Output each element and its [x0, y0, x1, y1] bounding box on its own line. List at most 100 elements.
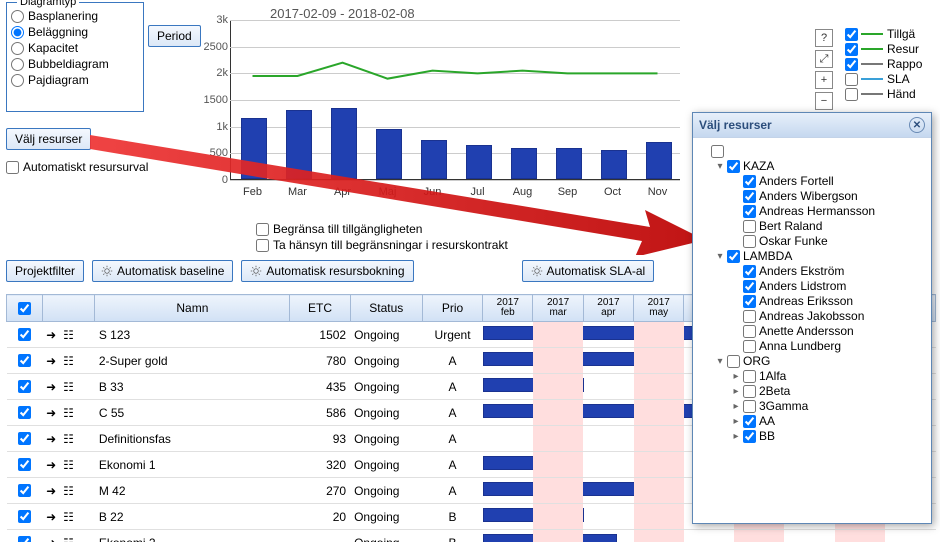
tree-checkbox[interactable]: [743, 325, 756, 338]
tree-node[interactable]: Anders Lidstrom: [699, 279, 925, 293]
col-namn[interactable]: Namn: [95, 295, 290, 322]
diagramtype-option[interactable]: Pajdiagram: [11, 73, 139, 87]
chart-icon[interactable]: ☷: [63, 458, 77, 472]
col-month[interactable]: 2017apr: [583, 295, 633, 322]
col-month[interactable]: 2017mar: [533, 295, 583, 322]
tree-checkbox[interactable]: [727, 160, 740, 173]
dialog-titlebar[interactable]: Välj resurser ✕: [693, 113, 931, 137]
legend-item[interactable]: Händ: [845, 87, 922, 101]
tree-checkbox[interactable]: [711, 145, 724, 158]
tree-node[interactable]: Anders Fortell: [699, 174, 925, 188]
legend-item[interactable]: Resur: [845, 42, 922, 56]
col-month[interactable]: 2017may: [634, 295, 684, 322]
tree-node[interactable]: Anna Lundberg: [699, 339, 925, 353]
tree-node[interactable]: ▸BB: [699, 429, 925, 443]
tree-node[interactable]: Andreas Hermansson: [699, 204, 925, 218]
auto-resursbokning-button[interactable]: Automatisk resursbokning: [241, 260, 413, 282]
tree-checkbox[interactable]: [743, 430, 756, 443]
table-row[interactable]: ➜☷Ekonomi 2OngoingB: [7, 530, 936, 542]
tree-checkbox[interactable]: [743, 205, 756, 218]
tree-node[interactable]: Oskar Funke: [699, 234, 925, 248]
fullscreen-icon[interactable]: ⤢: [815, 50, 833, 68]
goto-icon[interactable]: ➜: [46, 536, 60, 542]
tree-node[interactable]: ▾KAZA: [699, 159, 925, 173]
period-button[interactable]: Period: [148, 25, 201, 47]
tree-checkbox[interactable]: [727, 250, 740, 263]
row-checkbox[interactable]: [18, 432, 31, 445]
chart-icon[interactable]: ☷: [63, 328, 77, 342]
tree-node[interactable]: Andreas Eriksson: [699, 294, 925, 308]
tree-node[interactable]: Anders Wibergson: [699, 189, 925, 203]
tree-checkbox[interactable]: [743, 175, 756, 188]
chart-icon[interactable]: ☷: [63, 484, 77, 498]
row-checkbox[interactable]: [18, 354, 31, 367]
legend-item[interactable]: Rappo: [845, 57, 922, 71]
diagramtype-option[interactable]: Basplanering: [11, 9, 139, 23]
tree-node[interactable]: ▸3Gamma: [699, 399, 925, 413]
legend-item[interactable]: SLA: [845, 72, 922, 86]
chart-icon[interactable]: ☷: [63, 380, 77, 394]
goto-icon[interactable]: ➜: [46, 458, 60, 472]
col-status[interactable]: Status: [350, 295, 422, 322]
help-icon[interactable]: ?: [815, 29, 833, 47]
tree-node[interactable]: [699, 145, 925, 158]
tree-node[interactable]: ▸AA: [699, 414, 925, 428]
chart-icon[interactable]: ☷: [63, 354, 77, 368]
tree-node[interactable]: Andreas Jakobsson: [699, 309, 925, 323]
tree-node[interactable]: ▸2Beta: [699, 384, 925, 398]
chart-icon[interactable]: ☷: [63, 432, 77, 446]
col-month[interactable]: 2017feb: [483, 295, 533, 322]
row-checkbox[interactable]: [18, 484, 31, 497]
tree-node[interactable]: Anders Ekström: [699, 264, 925, 278]
goto-icon[interactable]: ➜: [46, 354, 60, 368]
row-checkbox[interactable]: [18, 510, 31, 523]
tree-checkbox[interactable]: [743, 385, 756, 398]
chart-icon[interactable]: ☷: [63, 510, 77, 524]
goto-icon[interactable]: ➜: [46, 406, 60, 420]
zoom-out-icon[interactable]: −: [815, 92, 833, 110]
tahansyn-checkbox[interactable]: Ta hänsyn till begränsningar i resurskon…: [256, 238, 508, 252]
tree-node[interactable]: Bert Raland: [699, 219, 925, 233]
legend-item[interactable]: Tillgä: [845, 27, 922, 41]
row-checkbox[interactable]: [18, 328, 31, 341]
select-all-checkbox[interactable]: [18, 302, 31, 315]
goto-icon[interactable]: ➜: [46, 484, 60, 498]
tree-checkbox[interactable]: [727, 355, 740, 368]
diagramtype-option[interactable]: Kapacitet: [11, 41, 139, 55]
begransa-checkbox[interactable]: Begränsa till tillgängligheten: [256, 222, 508, 236]
tree-node[interactable]: Anette Andersson: [699, 324, 925, 338]
zoom-in-icon[interactable]: +: [815, 71, 833, 89]
auto-baseline-button[interactable]: Automatisk baseline: [92, 260, 233, 282]
goto-icon[interactable]: ➜: [46, 380, 60, 394]
tree-checkbox[interactable]: [743, 415, 756, 428]
goto-icon[interactable]: ➜: [46, 328, 60, 342]
tree-checkbox[interactable]: [743, 220, 756, 233]
valj-resurser-button[interactable]: Välj resurser: [6, 128, 91, 150]
diagramtype-option[interactable]: Beläggning: [11, 25, 139, 39]
row-checkbox[interactable]: [18, 380, 31, 393]
goto-icon[interactable]: ➜: [46, 432, 60, 446]
tree-checkbox[interactable]: [743, 295, 756, 308]
row-checkbox[interactable]: [18, 536, 31, 542]
expander-icon[interactable]: ▾: [715, 161, 725, 172]
chart-icon[interactable]: ☷: [63, 406, 77, 420]
chart-icon[interactable]: ☷: [63, 536, 77, 542]
row-checkbox[interactable]: [18, 406, 31, 419]
tree-node[interactable]: ▾ORG: [699, 354, 925, 368]
row-checkbox[interactable]: [18, 458, 31, 471]
auto-resursurval-checkbox[interactable]: Automatiskt resursurval: [6, 160, 148, 174]
col-etc[interactable]: ETC: [290, 295, 350, 322]
diagramtype-option[interactable]: Bubbeldiagram: [11, 57, 139, 71]
expander-icon[interactable]: ▸: [731, 371, 741, 382]
expander-icon[interactable]: ▾: [715, 251, 725, 262]
auto-sla-button[interactable]: Automatisk SLA-al: [522, 260, 655, 282]
auto-resursurval-input[interactable]: [6, 161, 19, 174]
tree-checkbox[interactable]: [743, 265, 756, 278]
tree-checkbox[interactable]: [743, 400, 756, 413]
tree-node[interactable]: ▸1Alfa: [699, 369, 925, 383]
tree-node[interactable]: ▾LAMBDA: [699, 249, 925, 263]
expander-icon[interactable]: ▸: [731, 431, 741, 442]
goto-icon[interactable]: ➜: [46, 510, 60, 524]
tree-checkbox[interactable]: [743, 340, 756, 353]
tree-checkbox[interactable]: [743, 280, 756, 293]
